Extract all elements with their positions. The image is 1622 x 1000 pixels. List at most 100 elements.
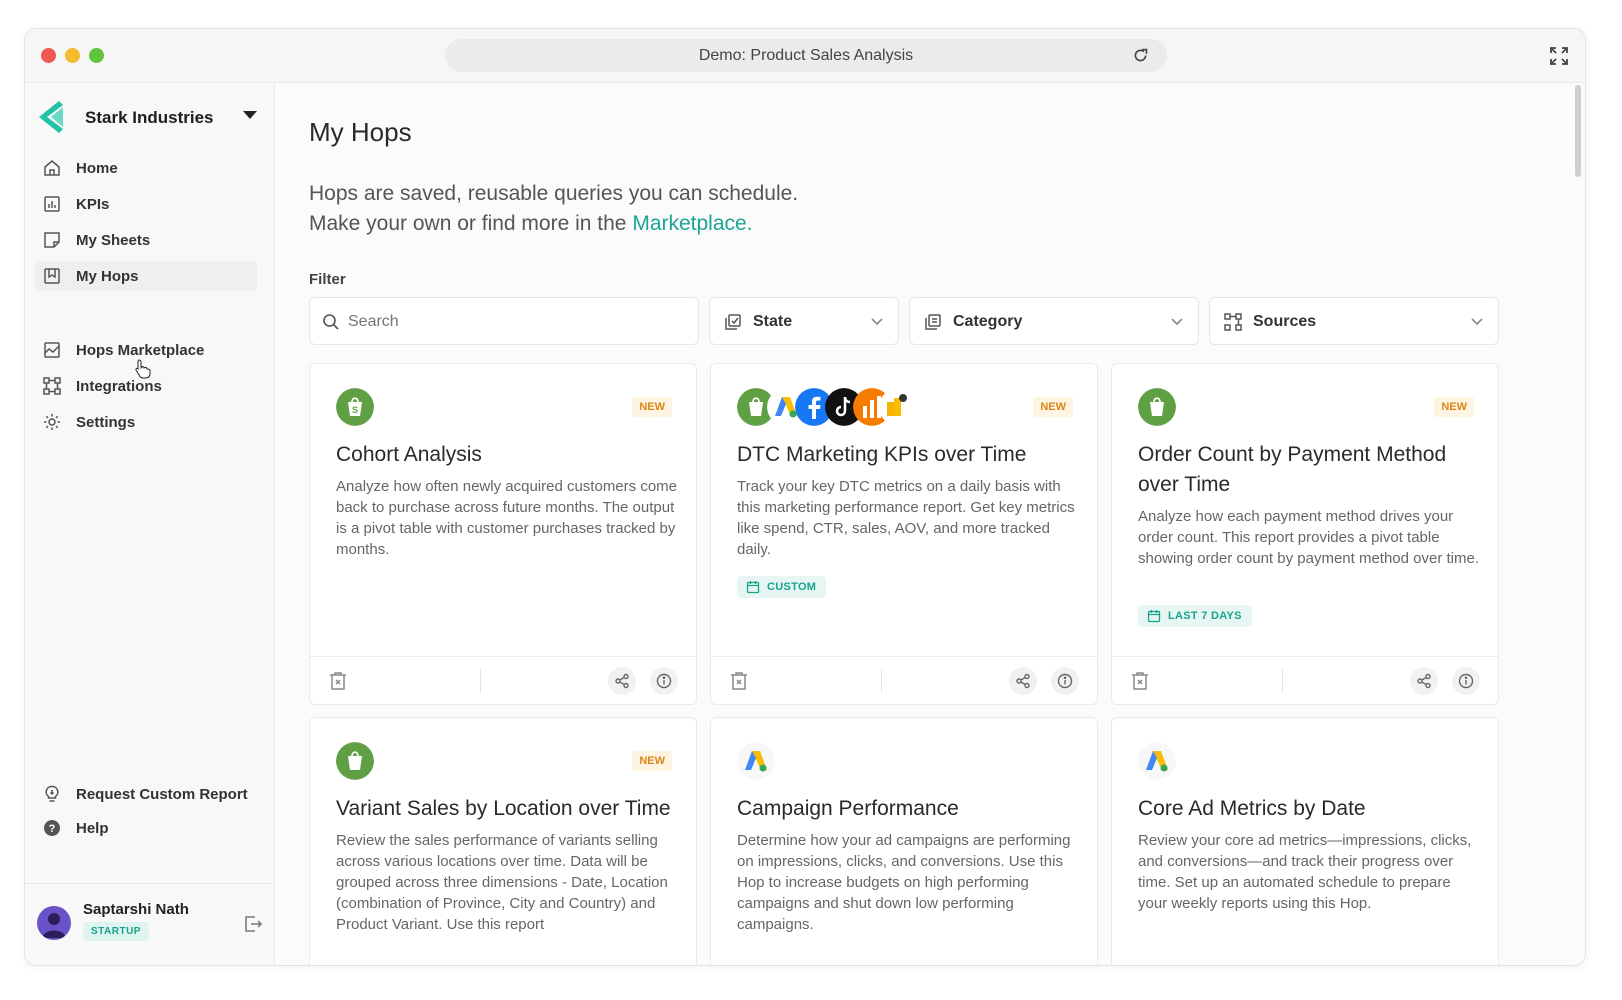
hop-card-order-count-by-payment-method[interactable]: NEW Order Count by Payment Method over T… xyxy=(1111,363,1499,705)
hop-card-cohort-analysis[interactable]: S NEW Cohort Analysis Analyze how often … xyxy=(309,363,697,705)
app-logo-icon xyxy=(39,101,63,133)
main-content: My Hops Hops are saved, reusable queries… xyxy=(275,83,1585,965)
google-ads-icon xyxy=(737,742,775,780)
share-icon xyxy=(615,673,629,689)
card-title: DTC Marketing KPIs over Time xyxy=(737,443,1027,466)
info-button[interactable] xyxy=(1051,667,1079,695)
card-description: Analyze how each payment method drives y… xyxy=(1138,508,1480,567)
reload-icon[interactable] xyxy=(1132,47,1149,64)
share-icon xyxy=(1417,673,1431,689)
share-button[interactable] xyxy=(1009,667,1037,695)
intro-line-2: Make your own or find more in the Market… xyxy=(309,209,1109,239)
card-footer xyxy=(310,656,696,704)
sidebar-item-label: Home xyxy=(76,160,118,177)
sources-icon xyxy=(1224,313,1242,331)
hop-card-dtc-marketing-kpis[interactable]: NEW DTC Marketing KPIs over Time Track y… xyxy=(710,363,1098,705)
intro-line-2-prefix: Make your own or find more in the xyxy=(309,212,633,235)
svg-text:S: S xyxy=(352,405,358,415)
sidebar-item-label: Settings xyxy=(76,414,136,431)
card-description: Track your key DTC metrics on a daily ba… xyxy=(737,478,1075,558)
search-field[interactable] xyxy=(309,297,699,345)
hop-card-campaign-performance[interactable]: Campaign Performance Determine how your … xyxy=(710,717,1098,965)
intro-text: Hops are saved, reusable queries you can… xyxy=(309,179,1109,239)
card-title: Order Count by Payment Method over Time xyxy=(1138,443,1447,496)
card-footer xyxy=(711,656,1097,704)
integrations-icon xyxy=(43,377,61,395)
footer-divider xyxy=(480,669,481,693)
trash-icon[interactable] xyxy=(327,670,349,692)
schedule-badge: CUSTOM xyxy=(737,576,827,598)
calendar-icon xyxy=(1147,610,1161,623)
sidebar-item-settings[interactable]: Settings xyxy=(35,407,257,437)
footer-divider xyxy=(881,669,882,693)
user-avatar-icon xyxy=(42,913,66,938)
sidebar-item-label: My Hops xyxy=(76,268,139,285)
schedule-badge: LAST 7 DAYS xyxy=(1138,605,1252,627)
sources-label: Sources xyxy=(1253,313,1317,330)
category-label: Category xyxy=(953,313,1023,330)
svg-text:?: ? xyxy=(49,823,56,835)
info-button[interactable] xyxy=(650,667,678,695)
shopify-icon xyxy=(1138,388,1176,426)
sidebar: Stark Industries Home KPIs My Sheets My … xyxy=(25,83,275,965)
avatar[interactable] xyxy=(37,906,71,940)
hop-card-variant-sales-by-location[interactable]: NEW Variant Sales by Location over Time … xyxy=(309,717,697,965)
page-title: My Hops xyxy=(309,117,412,147)
card-title: Cohort Analysis xyxy=(336,443,482,466)
org-switcher[interactable]: Stark Industries xyxy=(37,101,257,133)
help-link[interactable]: ? Help xyxy=(35,813,257,843)
chevron-down-icon[interactable] xyxy=(243,111,257,119)
card-description: Determine how your ad campaigns are perf… xyxy=(737,832,1071,933)
marketplace-link[interactable]: Marketplace xyxy=(632,212,746,235)
close-window-button[interactable] xyxy=(41,48,56,63)
category-dropdown[interactable]: Category xyxy=(909,297,1199,345)
sidebar-item-label: Help xyxy=(76,820,109,837)
sidebar-item-my-sheets[interactable]: My Sheets xyxy=(35,225,257,255)
minimize-window-button[interactable] xyxy=(65,48,80,63)
trash-icon[interactable] xyxy=(1129,670,1151,692)
filter-label: Filter xyxy=(309,271,346,288)
new-badge: NEW xyxy=(1434,397,1474,417)
gear-icon xyxy=(44,414,60,430)
card-description: Review your core ad metrics—impressions,… xyxy=(1138,832,1472,912)
card-title: Core Ad Metrics by Date xyxy=(1138,797,1366,820)
card-title: Campaign Performance xyxy=(737,797,959,820)
other-source-icon xyxy=(879,388,917,426)
logout-icon[interactable] xyxy=(243,914,263,934)
footer-divider xyxy=(1282,669,1283,693)
card-description: Review the sales performance of variants… xyxy=(336,832,668,933)
org-name: Stark Industries xyxy=(85,108,214,127)
hop-card-core-ad-metrics[interactable]: Core Ad Metrics by Date Review your core… xyxy=(1111,717,1499,965)
plan-badge: STARTUP xyxy=(83,922,149,941)
request-custom-report-link[interactable]: Request Custom Report xyxy=(35,779,257,809)
state-icon xyxy=(725,314,741,330)
sidebar-item-my-hops[interactable]: My Hops xyxy=(35,261,257,291)
title-bar: Demo: Product Sales Analysis xyxy=(25,29,1585,83)
state-dropdown[interactable]: State xyxy=(709,297,899,345)
google-ads-icon xyxy=(1138,742,1176,780)
address-bar[interactable]: Demo: Product Sales Analysis xyxy=(445,39,1167,72)
intro-line-2-suffix: . xyxy=(746,212,753,235)
new-badge: NEW xyxy=(632,751,672,771)
new-badge: NEW xyxy=(1033,397,1073,417)
maximize-window-button[interactable] xyxy=(89,48,104,63)
share-button[interactable] xyxy=(608,667,636,695)
card-footer xyxy=(1112,656,1498,704)
share-button[interactable] xyxy=(1410,667,1438,695)
new-badge: NEW xyxy=(632,397,672,417)
sidebar-item-home[interactable]: Home xyxy=(35,153,257,183)
trash-icon[interactable] xyxy=(728,670,750,692)
sidebar-item-kpis[interactable]: KPIs xyxy=(35,189,257,219)
schedule-label: CUSTOM xyxy=(767,581,817,593)
fullscreen-icon[interactable] xyxy=(1549,46,1569,66)
info-button[interactable] xyxy=(1452,667,1480,695)
sidebar-item-label: My Sheets xyxy=(76,232,151,249)
scrollbar[interactable] xyxy=(1575,85,1581,177)
bookmark-icon xyxy=(44,268,60,284)
search-input[interactable] xyxy=(348,313,678,331)
sources-dropdown[interactable]: Sources xyxy=(1209,297,1499,345)
app-window: Demo: Product Sales Analysis Stark Indus… xyxy=(24,28,1586,966)
share-icon xyxy=(1016,673,1030,689)
chevron-down-icon xyxy=(1171,318,1183,326)
sidebar-item-label: KPIs xyxy=(76,196,110,213)
